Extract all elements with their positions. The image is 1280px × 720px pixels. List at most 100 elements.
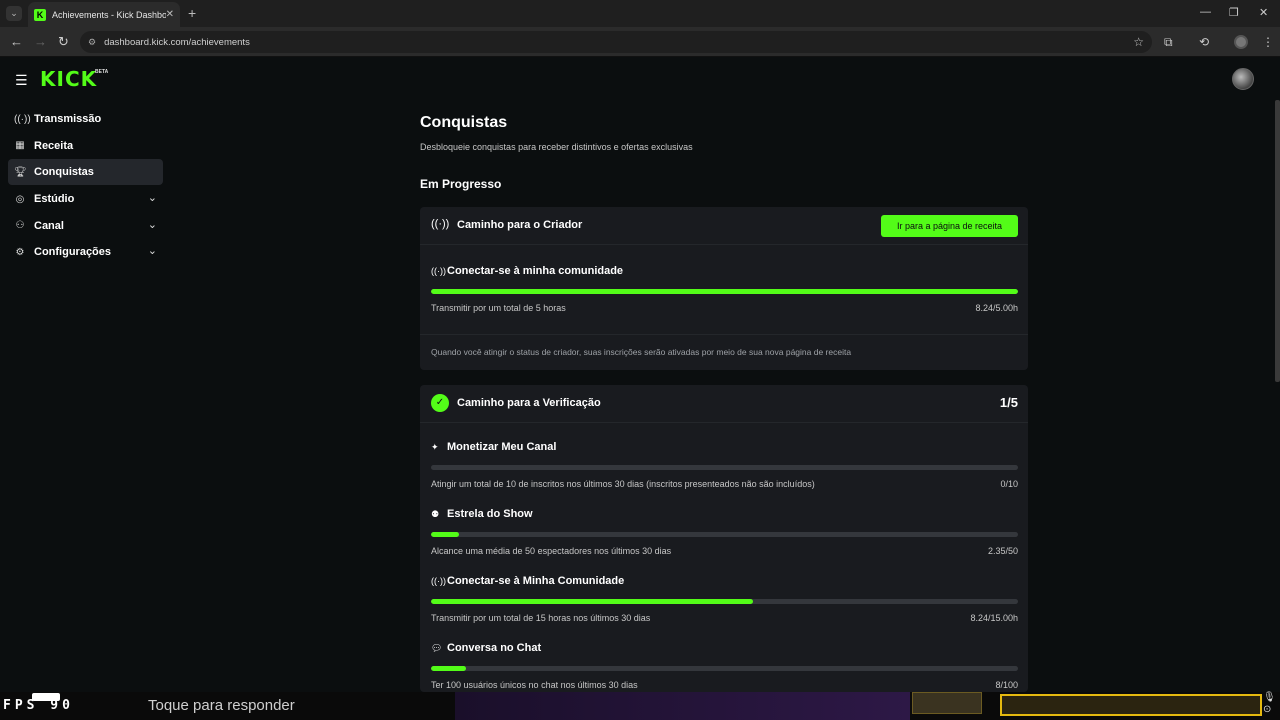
browser-profile-avatar[interactable] [1234,35,1248,49]
reload-icon[interactable]: ↻ [58,34,69,50]
card-title: Caminho para o Criador [457,219,583,231]
revenue-page-button[interactable]: Ir para a página de receita [881,215,1018,237]
broadcast-icon: ((·)) [14,113,31,125]
progress-fill [431,599,754,604]
sidebar-item-configuracoes[interactable]: ⚙ Configurações ⌄ [8,239,163,265]
sidebar-item-label: Transmissão [34,113,102,125]
chevron-down-icon[interactable]: ⌄ [148,244,157,257]
achievement-title-row: ((·)) Conectar-se à Minha Comunidade [431,575,624,587]
achievement-title: Conectar-se à minha comunidade [447,265,624,277]
bookmark-star-icon[interactable]: ☆ [1133,35,1144,49]
achievement-title: Monetizar Meu Canal [447,441,557,453]
sidebar-item-label: Conquistas [34,166,94,179]
trophy-icon: 🏆︎ [14,166,27,178]
achievement-title-row: 💬︎ Conversa no Chat [431,642,541,654]
broadcast-icon: ((·)) [431,218,450,230]
achievement-desc: Atingir um total de 10 de inscritos nos … [431,479,815,489]
window-close-icon[interactable]: ✕ [1259,6,1268,19]
beta-badge: BETA [95,69,109,75]
achievement-title-row: ((·)) Conectar-se à minha comunidade [431,265,623,277]
creator-note: Quando você atingir o status de criador,… [431,347,852,357]
revenue-icon: ▦ [15,140,25,152]
achievement-desc: Transmitir por um total de 15 horas nos … [431,613,651,623]
verified-badge-icon: ✓ [431,394,449,412]
sidebar-item-label: Configurações [34,246,112,259]
menu-dots-icon[interactable]: ⋮ [1262,35,1274,49]
achievement-desc: Transmitir por um total de 5 horas [431,303,566,313]
microphone-icon[interactable]: 🎙︎ [1263,692,1276,703]
new-tab-icon[interactable]: + [188,6,196,20]
back-icon[interactable]: ← [10,34,23,49]
sidebar-item-transmissao[interactable]: ((·)) Transmissão [8,106,163,132]
progress-fill [431,666,467,671]
progress-bar [431,599,1018,604]
sidebar-item-label: Canal [34,219,64,232]
address-bar[interactable]: ⚙ dashboard.kick.com/achievements ☆ [80,31,1152,53]
fps-counter: FPS 90 [3,698,74,713]
overlay-gold-frame [1000,694,1262,716]
forward-icon[interactable]: → [34,34,47,49]
achievement-value: 0/10 [1000,479,1018,489]
kick-favicon-icon: K [34,8,46,21]
progress-bar [431,532,1018,537]
channel-icon: ⚇ [15,220,25,232]
achievement-title-row: ⚉ Estrela do Show [431,508,533,520]
chat-icon: 💬︎ [431,642,443,653]
reply-prompt[interactable]: Toque para responder [148,697,295,714]
progress-bar [431,666,1018,671]
browser-tab-bar: ⌄ K Achievements - Kick Dashboard ✕ + — … [0,0,1280,27]
card-header: ✓ Caminho para a Verificação 1/5 [420,385,1028,423]
tab-search-icon[interactable]: ⌄ [6,6,22,21]
sidebar: ((·)) Transmissão ▦ Receita 🏆︎ Conquista… [8,106,163,266]
browser-toolbar: ← → ↻ ⚙ dashboard.kick.com/achievements … [0,27,1280,57]
achievement-desc: Alcance uma média de 50 espectadores nos… [431,546,672,556]
settings-small-icon[interactable]: ⊙ [1263,704,1271,715]
sidebar-item-conquistas[interactable]: 🏆︎ Conquistas [8,159,163,186]
achievement-value: 8.24/15.00h [970,613,1018,623]
viewers-icon: ⚉ [431,508,440,519]
history-icon[interactable]: ⟲ [1199,35,1209,49]
sidebar-item-estudio[interactable]: ◎ Estúdio ⌄ [8,186,163,212]
gear-icon: ⚙ [15,246,25,258]
section-title: Em Progresso [420,177,502,191]
progress-fill [431,532,459,537]
user-avatar[interactable] [1232,68,1254,90]
studio-icon: ◎ [15,193,25,205]
achievement-title: Conversa no Chat [447,642,542,654]
url-text: dashboard.kick.com/achievements [104,36,250,48]
chevron-down-icon[interactable]: ⌄ [148,191,157,204]
creator-path-card: ((·)) Caminho para o Criador Ir para a p… [420,207,1028,370]
achievement-title-row: ✦ Monetizar Meu Canal [431,441,556,453]
sparkle-icon: ✦ [431,441,439,452]
achievement-value: 8.24/5.00h [975,303,1018,313]
extensions-icon[interactable]: ⧉ [1164,35,1173,50]
minimize-icon[interactable]: — [1200,6,1211,18]
restore-icon[interactable]: ❐ [1229,6,1239,19]
kick-dashboard: ☰ KICK BETA ((·)) Transmissão ▦ Receita … [0,58,1280,692]
verification-path-card: ✓ Caminho para a Verificação 1/5 ✦ Monet… [420,385,1028,692]
sidebar-item-canal[interactable]: ⚇ Canal ⌄ [8,213,163,239]
kick-logo[interactable]: KICK [40,67,97,91]
card-header: ((·)) Caminho para o Criador Ir para a p… [420,207,1028,245]
achievement-title: Conectar-se à Minha Comunidade [447,575,625,587]
overlay-purple-panel [455,692,910,720]
site-info-icon[interactable]: ⚙ [88,37,96,48]
page-title: Conquistas [420,114,508,131]
browser-tab[interactable]: K Achievements - Kick Dashboard ✕ [28,2,180,27]
achievement-value: 2.35/50 [987,546,1018,556]
stream-overlay: FPS 90 Toque para responder 🎙︎ ⊙ [0,692,1280,720]
overlay-thumbnail [912,692,982,714]
verification-count: 1/5 [999,395,1018,410]
chevron-down-icon[interactable]: ⌄ [148,218,157,231]
tab-title: Achievements - Kick Dashboard [52,9,166,20]
progress-bar [431,465,1018,470]
broadcast-icon: ((·)) [431,266,446,276]
page-subtitle: Desbloqueie conquistas para receber dist… [420,142,693,152]
sidebar-item-receita[interactable]: ▦ Receita [8,133,163,159]
card-title: Caminho para a Verificação [457,397,601,409]
page-scrollbar[interactable] [1275,100,1280,382]
divider [420,334,1028,335]
hamburger-menu-icon[interactable]: ☰ [15,72,28,89]
tab-close-icon[interactable]: ✕ [166,9,174,20]
achievement-desc: Ter 100 usuários únicos no chat nos últi… [431,680,638,690]
